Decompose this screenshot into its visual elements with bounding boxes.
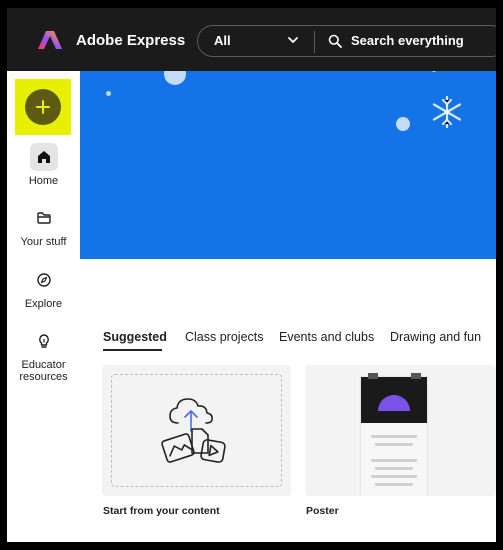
poster-text-line (375, 467, 413, 470)
search-divider (314, 31, 315, 53)
upload-media-icon (161, 398, 226, 463)
tab-suggested[interactable]: Suggested (103, 330, 167, 344)
snow-dot (432, 71, 436, 72)
snow-dot (164, 71, 186, 85)
home-icon-wrap (29, 143, 58, 171)
poster-text-line (375, 483, 413, 486)
folder-icon (36, 212, 51, 224)
sidebar-item-explore[interactable]: Explore (7, 266, 80, 310)
compass-icon (36, 273, 51, 287)
sidebar-item-your-stuff[interactable]: Your stuff (7, 204, 80, 248)
poster-card[interactable] (305, 365, 496, 496)
sidebar-item-educator-resources[interactable]: Educator resources (7, 327, 80, 383)
sidebar-item-label: Home (28, 175, 59, 187)
tab-class-projects[interactable]: Class projects (185, 330, 264, 344)
lightbulb-icon (38, 334, 49, 348)
compass-icon-wrap (30, 266, 58, 294)
app-frame: Adobe Express All Search everything Home… (7, 8, 496, 542)
sidebar-item-label: Explore (24, 298, 63, 310)
poster-clip-right (411, 373, 421, 379)
sidebar-item-label: Your stuff (20, 236, 67, 248)
search-icon (328, 34, 342, 48)
snow-dot (396, 117, 410, 131)
snowflake-icon (432, 95, 462, 129)
sidebar-item-label-line2: resources (19, 371, 68, 383)
poster-text-line (371, 459, 417, 462)
card-label-start-from-content: Start from your content (103, 505, 220, 517)
tab-active-indicator (103, 349, 162, 351)
sidebar-item-home[interactable]: Home (7, 143, 80, 187)
folder-icon-wrap (30, 204, 58, 232)
tab-events-and-clubs[interactable]: Events and clubs (279, 330, 374, 344)
chevron-down-icon[interactable] (287, 34, 299, 46)
create-button[interactable] (25, 89, 61, 125)
sidebar-item-label-line1: Educator (21, 359, 66, 371)
sidebar: Home Your stuff Explore Educator resourc… (7, 71, 80, 542)
adobe-express-logo-icon[interactable] (37, 30, 63, 50)
brand-title[interactable]: Adobe Express (76, 32, 185, 49)
start-from-content-card[interactable] (102, 365, 291, 496)
top-bar: Adobe Express All Search everything (7, 8, 496, 71)
poster-text-line (371, 475, 417, 478)
snow-dot (106, 91, 111, 96)
poster-text-line (375, 443, 413, 446)
tab-drawing-and-fun[interactable]: Drawing and fun (390, 330, 481, 344)
home-icon (37, 151, 50, 163)
hero-banner[interactable] (80, 71, 496, 259)
poster-thumbnail (361, 377, 427, 496)
card-label-poster: Poster (306, 505, 339, 517)
search-bar[interactable]: All Search everything (197, 25, 496, 57)
lightbulb-icon-wrap (30, 327, 58, 355)
poster-semicircle-icon (378, 395, 410, 411)
plus-icon (36, 100, 50, 114)
search-input[interactable]: Search everything (351, 33, 464, 48)
search-scope-select[interactable]: All (214, 33, 231, 48)
poster-text-line (371, 435, 417, 438)
create-button-highlight[interactable] (15, 79, 71, 135)
poster-clip-left (368, 373, 378, 379)
